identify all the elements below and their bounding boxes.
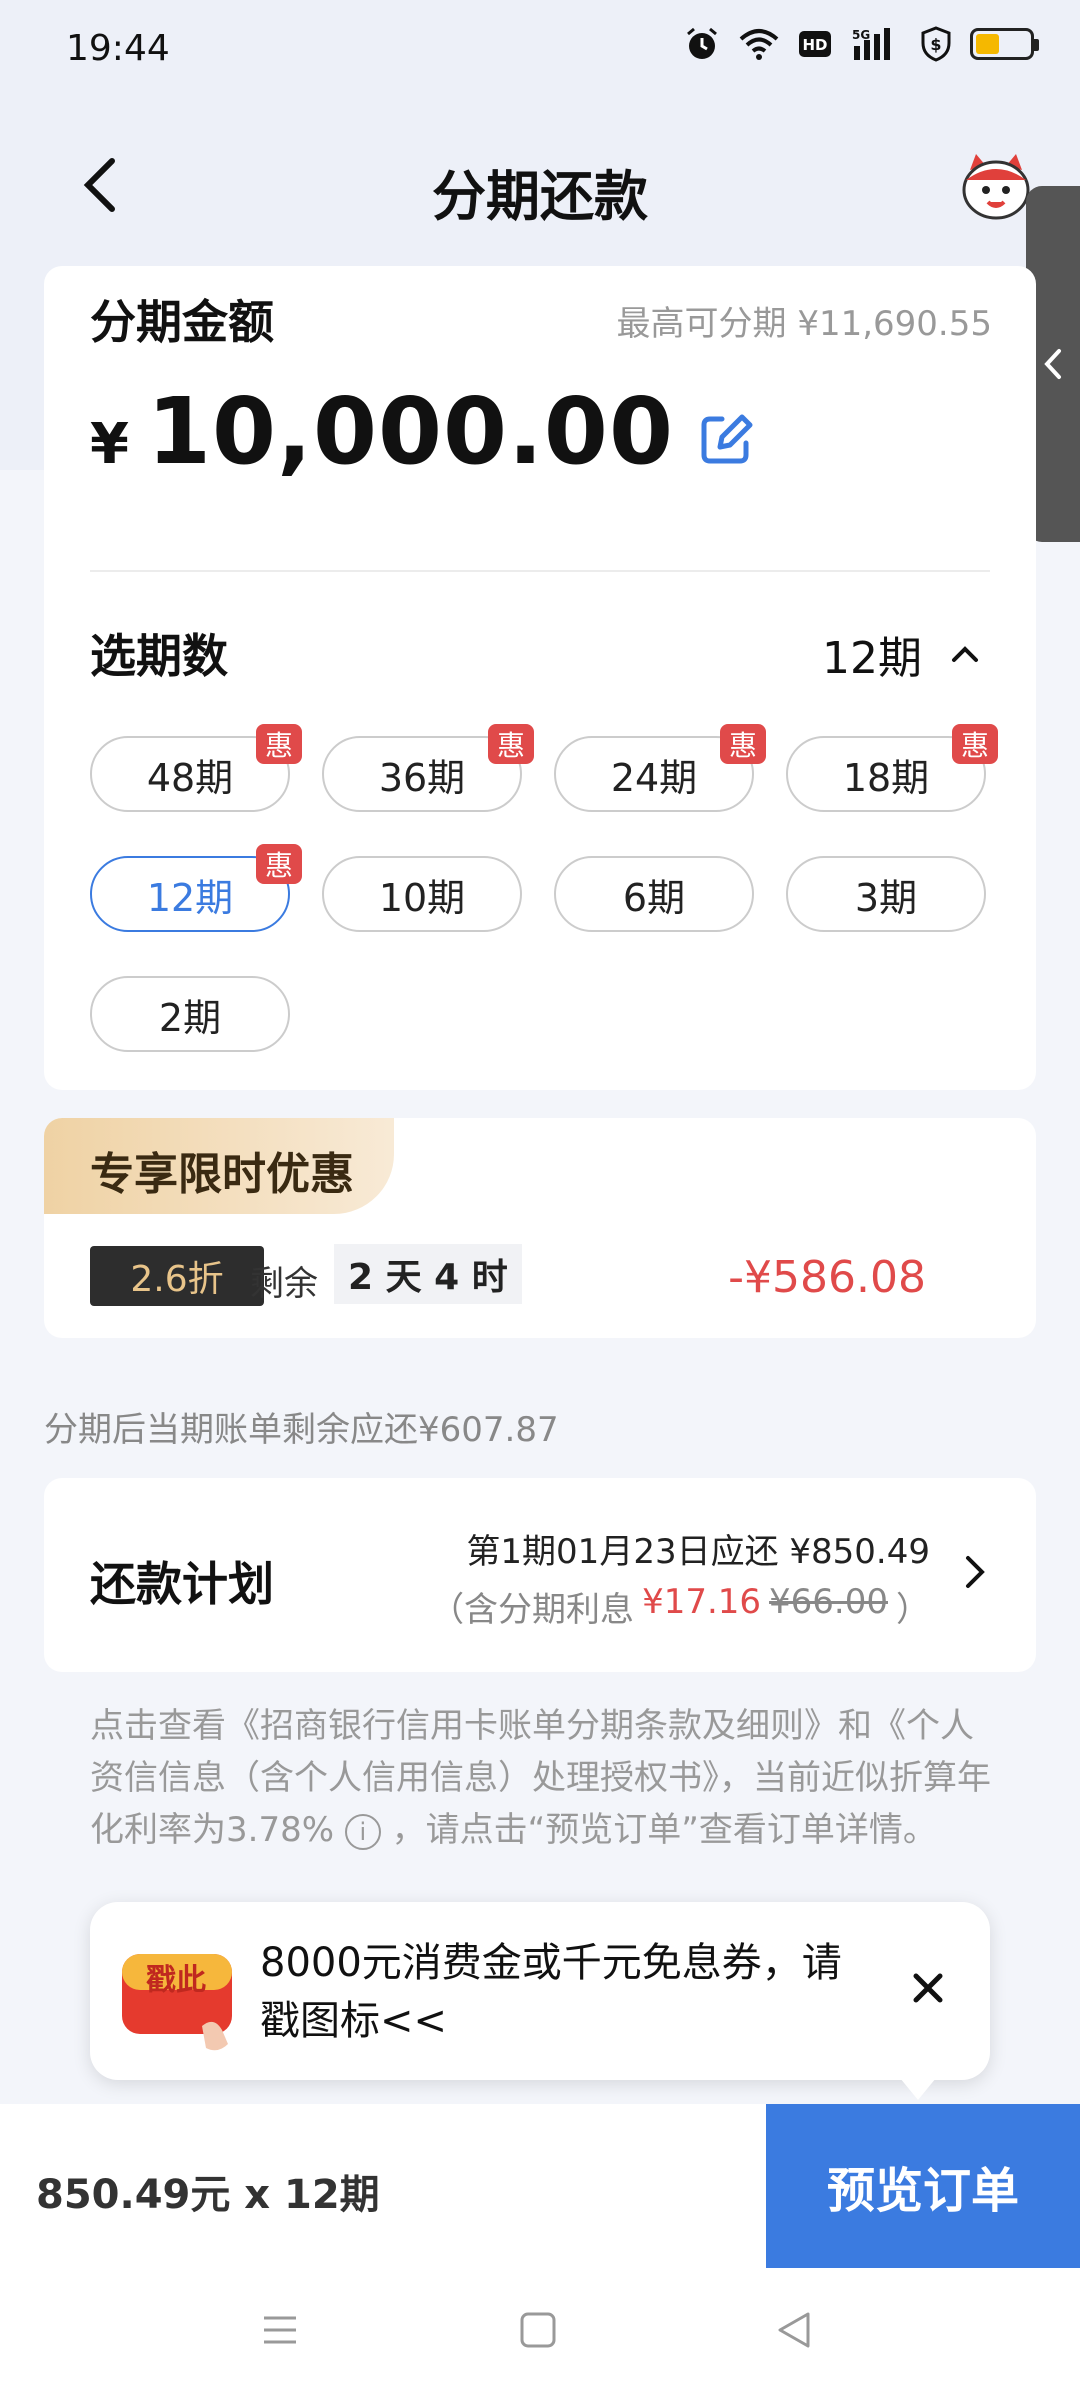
promo-card: 专享限时优惠 2.6折 剩余 2 天 4 时 -¥586.08 (44, 1118, 1036, 1338)
divider (90, 570, 990, 572)
period-option-18[interactable]: 18期 惠 (786, 724, 998, 812)
interest-amount: ¥17.16 (642, 1582, 762, 1622)
discount-badge: 惠 (720, 724, 766, 764)
period-option-36[interactable]: 36期 惠 (322, 724, 534, 812)
original-interest: ¥66.00 (769, 1582, 888, 1622)
popup-message: 8000元消费金或千元免息券，请戳图标<< (260, 1940, 842, 2044)
terms-text[interactable]: 点击查看《招商银行信用卡账单分期条款及细则》和《个人资信信息（含个人信用信息）处… (90, 1700, 1000, 1856)
system-navigation-bar (0, 2268, 1080, 2400)
period-option-24[interactable]: 24期 惠 (554, 724, 766, 812)
period-selected-toggle[interactable]: 12期 (822, 622, 980, 686)
promo-title: 专享限时优惠 (90, 1149, 354, 1200)
navigation-bar: 分期还款 (0, 130, 1080, 240)
plan-interest-line: （含分期利息 ¥17.16 ¥66.00 ） (430, 1582, 930, 1631)
period-option-label: 10期 (378, 875, 466, 920)
shield-dollar-icon: $ (920, 26, 952, 62)
remain-time: 2 天 4 时 (334, 1244, 522, 1304)
edit-icon[interactable] (698, 411, 754, 467)
currency-symbol: ¥ (90, 412, 129, 477)
status-time: 19:44 (66, 28, 170, 69)
alarm-icon (684, 26, 720, 62)
plan-label: 还款计划 (90, 1557, 274, 1611)
info-icon[interactable]: i (344, 1813, 381, 1850)
status-icons: HD 5G $ (684, 26, 1039, 62)
chevron-left-icon (1044, 349, 1061, 379)
terms-suffix: ，请点击“预览订单”查看订单详情。 (391, 1810, 937, 1850)
amount-label: 分期金额 (90, 295, 274, 349)
period-option-10[interactable]: 10期 (322, 856, 522, 932)
svg-text:5G: 5G (852, 28, 870, 42)
chevron-right-icon (964, 1554, 986, 1594)
payment-summary: 850.49元 x 12期 (36, 2172, 380, 2218)
promo-popup: 戳此 8000元消费金或千元免息券，请戳图标<< (90, 1902, 990, 2100)
close-icon[interactable] (910, 1966, 946, 2017)
period-option-2[interactable]: 2期 (90, 976, 290, 1052)
chevron-up-icon (952, 646, 978, 662)
period-option-label: 12期 (146, 875, 234, 920)
period-option-label: 36期 (378, 755, 466, 800)
installment-amount: 10,000.00 (146, 378, 674, 485)
svg-text:$: $ (930, 35, 941, 54)
discount-badge: 惠 (256, 724, 302, 764)
period-option-6[interactable]: 6期 (554, 856, 754, 932)
max-installment-label: 最高可分期 ¥11,690.55 (616, 304, 992, 344)
menu-icon[interactable] (260, 2310, 300, 2354)
period-option-label: 3期 (854, 875, 918, 920)
period-option-label: 48期 (146, 755, 234, 800)
remaining-balance-text: 分期后当期账单剩余应还¥607.87 (44, 1410, 559, 1450)
repayment-plan-row[interactable]: 还款计划 第1期01月23日应还 ¥850.49 （含分期利息 ¥17.16 ¥… (44, 1478, 1036, 1672)
home-icon[interactable] (518, 2310, 558, 2354)
mascot-cat-icon[interactable] (956, 150, 1036, 222)
battery-icon (970, 28, 1039, 60)
period-option-12[interactable]: 12期 惠 (90, 844, 302, 932)
period-option-label: 2期 (158, 995, 222, 1040)
red-envelope-label: 戳此 (146, 1963, 206, 1998)
preview-order-button[interactable]: 预览订单 (766, 2104, 1080, 2268)
interest-suffix: ） (896, 1590, 930, 1630)
interest-prefix: （含分期利息 (430, 1590, 635, 1630)
period-option-label: 18期 (842, 755, 930, 800)
plan-first-payment: 第1期01月23日应还 ¥850.49 (466, 1532, 930, 1572)
back-triangle-icon[interactable] (774, 2310, 814, 2354)
discount-rate-badge: 2.6折 (90, 1246, 264, 1306)
wifi-icon (738, 27, 780, 61)
period-option-48[interactable]: 48期 惠 (90, 724, 302, 812)
discount-badge: 惠 (488, 724, 534, 764)
period-label: 选期数 (90, 629, 228, 683)
discount-badge: 惠 (256, 844, 302, 884)
status-bar: 19:44 HD 5G $ (0, 0, 1080, 100)
period-selected-value: 12期 (822, 633, 922, 684)
promo-discount-amount: -¥586.08 (728, 1252, 926, 1303)
discount-badge: 惠 (952, 724, 998, 764)
amount-row: ¥ 10,000.00 (90, 378, 754, 485)
hd-icon: HD (798, 29, 832, 59)
bottom-bar: 850.49元 x 12期 预览订单 (0, 2104, 1080, 2268)
period-option-label: 6期 (622, 875, 686, 920)
signal-icon: 5G (850, 26, 902, 62)
period-option-label: 24期 (610, 755, 698, 800)
page-title: 分期还款 (432, 165, 648, 228)
remain-label: 剩余 (250, 1264, 318, 1304)
installment-card: 分期金额 最高可分期 ¥11,690.55 ¥ 10,000.00 选期数 12… (44, 266, 1036, 1090)
red-envelope-icon[interactable]: 戳此 (118, 1940, 238, 2056)
period-option-3[interactable]: 3期 (786, 856, 986, 932)
svg-text:HD: HD (802, 36, 827, 54)
